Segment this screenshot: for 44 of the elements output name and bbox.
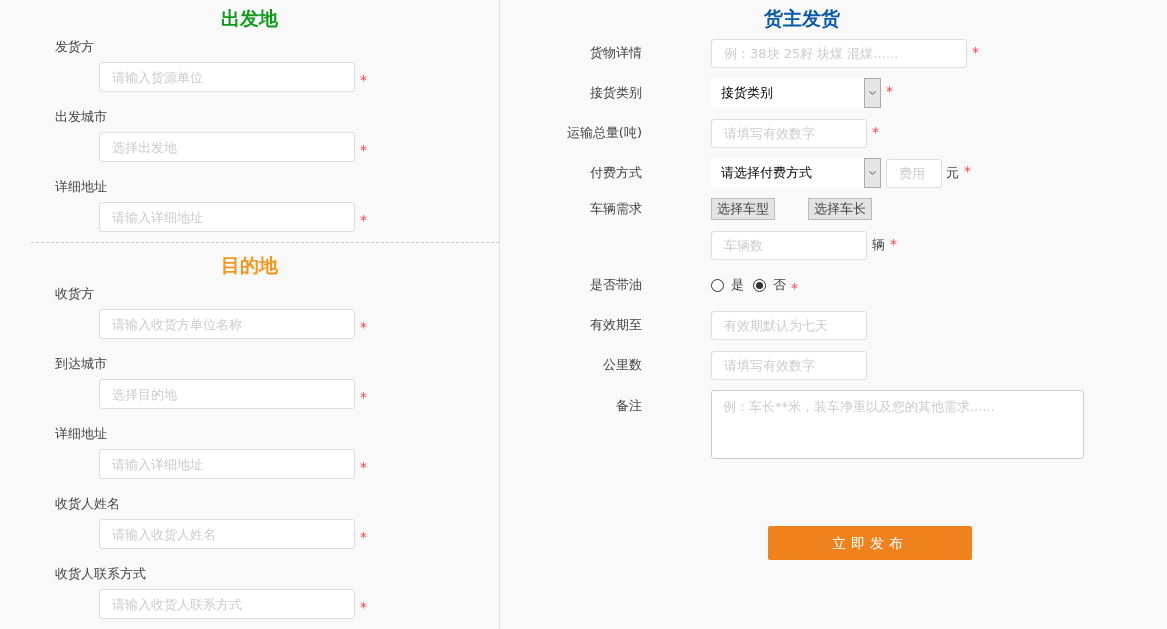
field-label: 接货类别 [590, 84, 642, 103]
required-asterisk: * [360, 143, 367, 157]
field-label: 付费方式 [590, 164, 642, 183]
field-label: 备注 [616, 397, 642, 415]
required-asterisk: * [360, 320, 367, 334]
field-label: 是否带油 [590, 276, 642, 295]
form-title: 货主发货 [763, 6, 840, 31]
required-asterisk: * [360, 213, 367, 227]
option-button[interactable]: 选择车长 [808, 198, 872, 220]
section-title: 出发地 [221, 6, 278, 31]
required-asterisk: * [360, 460, 367, 474]
radio-option[interactable]: 否 [753, 275, 786, 295]
option-button[interactable]: 选择车型 [711, 198, 775, 220]
unit-text: 辆 [872, 236, 885, 255]
select-field[interactable]: 接货类别 [711, 78, 881, 108]
required-asterisk: * [791, 281, 798, 295]
radio-option[interactable]: 是 [711, 275, 744, 295]
required-asterisk: * [360, 73, 367, 87]
field-label: 收货人联系方式 [55, 565, 147, 583]
field-label: 车辆需求 [590, 200, 642, 219]
field-label: 货物详情 [590, 44, 642, 63]
select-field[interactable]: 请选择付费方式 [711, 158, 881, 188]
field-label: 发货方 [55, 38, 95, 56]
field-label: 运输总量(吨) [566, 124, 642, 143]
chevron-icon [864, 78, 881, 108]
field-label: 收货人姓名 [55, 495, 121, 513]
required-asterisk: * [890, 236, 897, 251]
field-label: 到达城市 [55, 355, 108, 373]
field-label: 出发城市 [55, 108, 108, 126]
required-asterisk: * [872, 124, 879, 139]
required-asterisk: * [886, 84, 893, 98]
unit-text: 元 [946, 164, 959, 183]
field-label: 公里数 [603, 356, 642, 375]
field-label: 收货方 [55, 285, 95, 303]
required-asterisk: * [360, 390, 367, 404]
field-label: 详细地址 [55, 178, 108, 196]
field-label: 详细地址 [55, 425, 108, 443]
chevron-icon [864, 158, 881, 188]
section-title: 目的地 [221, 253, 278, 278]
field-label: 有效期至 [590, 316, 642, 335]
required-asterisk: * [972, 44, 979, 59]
required-asterisk: * [360, 600, 367, 614]
required-asterisk: * [360, 530, 367, 544]
required-asterisk: * [964, 164, 971, 178]
